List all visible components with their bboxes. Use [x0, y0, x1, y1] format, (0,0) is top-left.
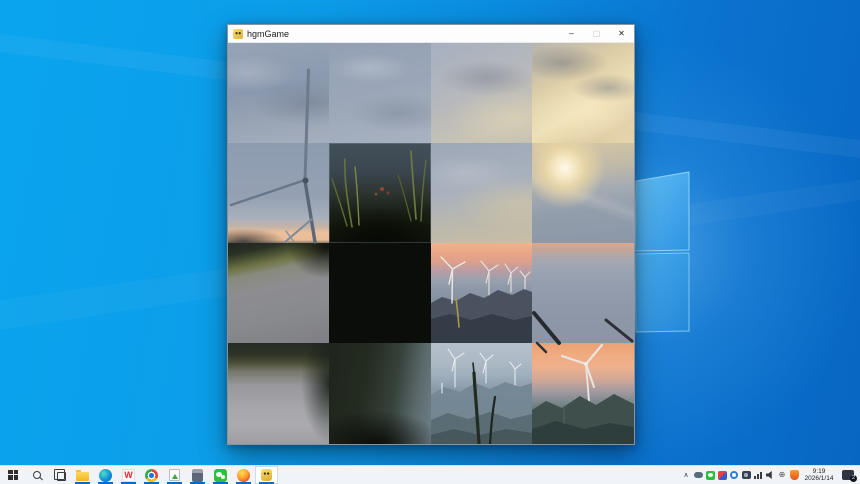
tray-network[interactable]: [752, 466, 764, 484]
task-view-button[interactable]: [48, 466, 71, 484]
tray-wechat[interactable]: [704, 466, 716, 484]
location-settings-icon: ⊕: [779, 471, 786, 479]
window-titlebar[interactable]: hgmGame – ▢ ✕: [228, 25, 634, 43]
puzzle-tile-r3c0[interactable]: [228, 343, 329, 444]
cloud-icon: [694, 472, 703, 478]
puzzle-tile-r1c3[interactable]: [532, 143, 634, 243]
puzzle-tile-r2c0[interactable]: [228, 243, 329, 343]
chevron-up-icon: ∧: [683, 472, 688, 479]
wps-office-icon: W: [122, 469, 135, 482]
puzzle-tile-r2c3[interactable]: [532, 243, 634, 343]
hgmgame-icon: [261, 469, 272, 481]
taskbar-app-hgmgame-active[interactable]: [255, 466, 278, 484]
music-app-icon: [718, 471, 727, 480]
system-tray: ∧ ⊕ 9:19 2026/1/14 2: [680, 466, 858, 484]
network-signal-icon: [754, 471, 763, 479]
puzzle-tile-r1c0[interactable]: [228, 143, 329, 243]
window-title: hgmGame: [247, 29, 289, 39]
firefox-icon: [237, 469, 250, 482]
puzzle-tile-r0c2[interactable]: [431, 43, 532, 143]
taskbar-clock[interactable]: 9:19 2026/1/14: [800, 468, 838, 483]
puzzle-tile-r3c3[interactable]: [532, 343, 634, 444]
tray-cloud[interactable]: [692, 466, 704, 484]
taskbar-app-edge[interactable]: [94, 466, 117, 484]
security-shield-icon: [790, 470, 799, 480]
tray-security[interactable]: [788, 466, 800, 484]
wechat-icon: [214, 469, 227, 482]
search-icon: [33, 471, 41, 479]
puzzle-tile-r1c1[interactable]: [329, 143, 431, 243]
taskbar-app-editor[interactable]: [163, 466, 186, 484]
taskbar-app-calculator[interactable]: [186, 466, 209, 484]
clock-time: 9:19: [800, 468, 838, 476]
start-button[interactable]: [2, 466, 25, 484]
tray-capture[interactable]: [740, 466, 752, 484]
puzzle-tile-r2c1-empty[interactable]: [329, 243, 431, 343]
puzzle-tile-r3c2[interactable]: [431, 343, 532, 444]
tray-expand-button[interactable]: ∧: [680, 466, 692, 484]
clock-date: 2026/1/14: [800, 475, 838, 483]
tray-music[interactable]: [716, 466, 728, 484]
taskbar-app-firefox[interactable]: [232, 466, 255, 484]
capture-icon: [742, 471, 751, 479]
search-button[interactable]: [25, 466, 48, 484]
maximize-button[interactable]: ▢: [584, 25, 609, 42]
taskbar-app-area: W: [2, 466, 278, 484]
taskbar-app-chrome[interactable]: [140, 466, 163, 484]
task-view-icon: [57, 472, 66, 481]
tray-volume[interactable]: [764, 466, 776, 484]
calculator-icon: [192, 469, 203, 482]
taskbar-app-file-explorer[interactable]: [71, 466, 94, 484]
notification-center-button[interactable]: 2: [838, 466, 858, 484]
wechat-tray-icon: [706, 471, 715, 480]
hgmgame-window: hgmGame – ▢ ✕: [227, 24, 635, 445]
taskbar-app-wechat[interactable]: [209, 466, 232, 484]
notification-badge: 2: [850, 475, 857, 482]
volume-icon: [766, 471, 774, 479]
chrome-icon: [145, 469, 158, 482]
puzzle-tile-r1c2[interactable]: [431, 143, 532, 243]
window-controls: – ▢ ✕: [559, 25, 634, 42]
windows-logo-icon: [8, 470, 19, 481]
taskbar: W ∧: [0, 465, 860, 484]
tray-ring[interactable]: [728, 466, 740, 484]
edge-icon: [99, 469, 112, 482]
app-window-icon: [233, 29, 243, 39]
desktop: hgmGame – ▢ ✕: [0, 0, 860, 484]
puzzle-tile-r0c3[interactable]: [532, 43, 634, 143]
puzzle-tile-r0c0[interactable]: [228, 43, 329, 143]
taskbar-app-wps[interactable]: W: [117, 466, 140, 484]
puzzle-tile-r3c1[interactable]: [329, 343, 431, 444]
editor-icon: [169, 469, 180, 481]
tray-location[interactable]: ⊕: [776, 466, 788, 484]
puzzle-tile-r0c1[interactable]: [329, 43, 431, 143]
file-explorer-icon: [76, 472, 89, 481]
close-button[interactable]: ✕: [609, 25, 634, 42]
puzzle-tile-grid: [228, 43, 634, 444]
puzzle-tile-r2c2[interactable]: [431, 243, 532, 343]
ring-app-icon: [730, 471, 738, 479]
puzzle-board: [228, 43, 634, 444]
minimize-button[interactable]: –: [559, 25, 584, 42]
